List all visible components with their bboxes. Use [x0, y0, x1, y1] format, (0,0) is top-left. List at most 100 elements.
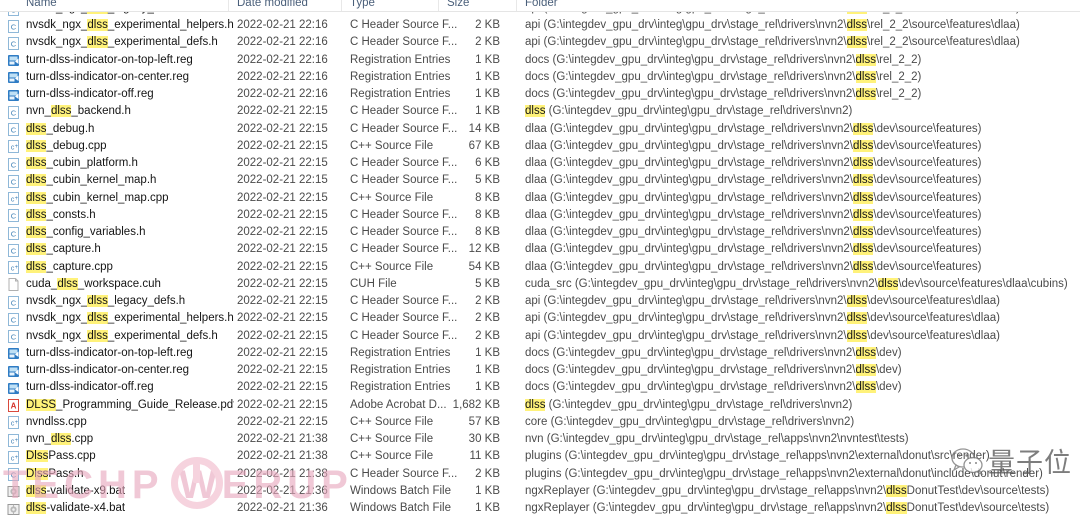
file-name-cell[interactable]: dlss_capture.cpp	[26, 259, 113, 276]
search-term-highlight: dlss	[855, 70, 876, 83]
file-row[interactable]: Cnvsdk_ngx_dlss_legacy_defs.h 2022-02-21 …	[0, 293, 1080, 310]
file-row[interactable]: Cdlss_config_variables.h 2022-02-21 22:15…	[0, 224, 1080, 241]
file-date-modified-cell: 2022-02-21 22:15	[237, 329, 328, 342]
c-header-file-icon: C	[7, 19, 20, 33]
file-name-cell[interactable]: turn-dlss-indicator-off.reg	[26, 86, 154, 103]
file-name-cell[interactable]: turn-dlss-indicator-on-center.reg	[26, 69, 189, 86]
file-row[interactable]: Cnvsdk_ngx_dlss_experimental_defs.h 2022-…	[0, 328, 1080, 345]
file-name-cell[interactable]: turn-dlss-indicator-on-top-left.reg	[26, 345, 193, 362]
file-date-modified-cell: 2022-02-21 22:15	[237, 415, 328, 428]
file-row[interactable]: Cdlss_cubin_kernel_map.h 2022-02-21 22:15…	[0, 172, 1080, 189]
column-header-type[interactable]: Type	[341, 0, 375, 11]
file-row[interactable]: A DLSS_Programming_Guide_Release.pdf 2022-…	[0, 397, 1080, 414]
file-date-modified-cell: 2022-02-21 22:15	[237, 295, 328, 307]
file-row[interactable]: Cnvsdk_ngx_dlss_experimental_helpers.h 20…	[0, 310, 1080, 327]
search-term-highlight: dlss	[852, 226, 874, 238]
file-name-cell[interactable]: dlss_debug.cpp	[26, 138, 107, 155]
file-name-cell[interactable]: dlss_cubin_platform.h	[26, 155, 138, 172]
file-row[interactable]: turn-dlss-indicator-on-top-left.reg 2022-…	[0, 52, 1080, 69]
file-row[interactable]: Cdlss_consts.h 2022-02-21 22:15 C Header S…	[0, 207, 1080, 224]
search-term-highlight: dlss	[50, 105, 72, 118]
file-name-cell[interactable]: nvn_dlss_backend.h	[26, 103, 131, 120]
file-name-cell[interactable]: dlss_debug.h	[26, 121, 94, 138]
file-name-cell[interactable]: nvsdk_ngx_dlss_experimental_defs.h	[26, 328, 218, 345]
svg-text:C: C	[11, 212, 17, 221]
file-row[interactable]: c + dlss_cubin_kernel_map.cpp 2022-02-21 22…	[0, 190, 1080, 207]
file-name-cell[interactable]: turn-dlss-indicator-on-top-left.reg	[26, 52, 193, 69]
file-name-cell[interactable]: dlss_consts.h	[26, 207, 96, 224]
batch-file-icon	[7, 485, 20, 498]
c-header-file-icon: C	[7, 295, 20, 309]
file-row[interactable]: Cnvsdk_ngx_dlss_experimental_helpers.h 20…	[0, 17, 1080, 34]
column-header-name[interactable]: Name	[26, 0, 57, 9]
search-term-highlight: dlss	[26, 484, 47, 497]
file-type-cell: C++ Source File	[350, 450, 434, 463]
file-row[interactable]: turn-dlss-indicator-on-top-left.reg 2022-…	[0, 345, 1080, 362]
file-row[interactable]: Cnvsdk_ngx_dlss_experimental_defs.h 2022-…	[0, 34, 1080, 51]
file-date-modified-cell: 2022-02-21 22:15	[237, 174, 328, 187]
column-header-folder[interactable]: Folder	[516, 0, 558, 11]
file-name-cell[interactable]: DlssPass.h	[26, 466, 84, 483]
file-name-cell[interactable]: dlss-validate-x9.bat	[26, 483, 125, 500]
file-name-cell[interactable]: dlss_cubin_kernel_map.cpp	[26, 190, 169, 207]
column-header-size[interactable]: Size	[437, 0, 469, 11]
search-term-highlight: dlss	[50, 433, 72, 445]
file-row[interactable]: turn-dlss-indicator-off.reg 2022-02-21 22…	[0, 86, 1080, 103]
file-row[interactable]: Cnvn_dlss_backend.h 2022-02-21 22:15 C Hea…	[0, 103, 1080, 120]
file-row[interactable]: c + DlssPass.cpp 2022-02-21 21:38 C++ Source…	[0, 448, 1080, 465]
file-row[interactable]: Cdlss_cubin_platform.h 2022-02-21 22:15 C …	[0, 155, 1080, 172]
file-folder-cell: api (G:\integdev_gpu_drv\integ\gpu_drv\s…	[525, 36, 1020, 49]
registry-file-icon	[7, 365, 20, 378]
file-size-cell: 2 KB	[475, 19, 500, 31]
file-size-cell: 1 KB	[475, 88, 500, 100]
file-row[interactable]: Cdlss_capture.h 2022-02-21 22:15 C Header …	[0, 241, 1080, 258]
file-row[interactable]: turn-dlss-indicator-on-center.reg 2022-02…	[0, 362, 1080, 379]
file-name-cell[interactable]: dlss_cubin_kernel_map.h	[26, 172, 156, 189]
file-name-cell[interactable]: nvsdk_ngx_dlss_experimental_helpers.h	[26, 17, 234, 34]
file-name-cell[interactable]: cuda_dlss_workspace.cuh	[26, 276, 161, 293]
file-name-cell[interactable]: turn-dlss-indicator-off.reg	[26, 379, 154, 396]
search-term-highlight: dlss	[855, 88, 876, 100]
file-row[interactable]: Cdlss_debug.h 2022-02-21 22:15 C Header So…	[0, 121, 1080, 138]
file-folder-cell: dlss (G:\integdev_gpu_drv\integ\gpu_drv\…	[525, 398, 853, 411]
file-row[interactable]: C DlssPass.h 2022-02-21 21:38 C Header Sour…	[0, 466, 1080, 483]
file-name-cell[interactable]: dlss_config_variables.h	[26, 224, 146, 241]
file-name-cell[interactable]: nvn_dlss.cpp	[26, 431, 93, 448]
file-list[interactable]: Cnvsdk_ngx_dlss_legacy_defs.h 2022-02-21 …	[0, 11, 1080, 517]
svg-text:C: C	[11, 22, 17, 31]
file-row[interactable]: turn-dlss-indicator-off.reg 2022-02-21 22…	[0, 379, 1080, 396]
file-name-cell[interactable]: nvsdk_ngx_dlss_legacy_defs.h	[26, 293, 185, 310]
search-term-highlight: dlss	[525, 398, 546, 411]
file-date-modified-cell: 2022-02-21 22:15	[237, 277, 328, 290]
file-name-cell[interactable]: DlssPass.cpp	[26, 448, 96, 465]
file-row[interactable]: c + nvn_dlss.cpp 2022-02-21 21:38 C++ Source…	[0, 431, 1080, 448]
file-size-cell: 1 KB	[475, 53, 500, 66]
search-term-highlight: dlss	[26, 191, 47, 204]
file-type-cell: CUH File	[350, 277, 397, 290]
file-name-cell[interactable]: dlss-validate-x4.bat	[26, 500, 125, 517]
file-row[interactable]: turn-dlss-indicator-on-center.reg 2022-02…	[0, 69, 1080, 86]
file-name-cell[interactable]: DLSS_Programming_Guide_Release.pdf	[26, 397, 234, 414]
pdf-file-icon: A	[7, 399, 20, 412]
file-name-cell[interactable]: nvsdk_ngx_dlss_experimental_helpers.h	[26, 310, 234, 327]
file-row[interactable]: c + nvndlss.cpp 2022-02-21 22:15 C++ Source …	[0, 414, 1080, 431]
file-row[interactable]: c + dlss_debug.cpp 2022-02-21 22:15 C++ Sour…	[0, 138, 1080, 155]
search-term-highlight: dlss	[855, 381, 876, 394]
file-row[interactable]: cuda_dlss_workspace.cuh 2022-02-21 22:15 C…	[0, 276, 1080, 293]
file-folder-cell: docs (G:\integdev_gpu_drv\integ\gpu_drv\…	[525, 53, 922, 66]
file-name-cell[interactable]: dlss_capture.h	[26, 241, 101, 258]
c-header-file-icon: C	[7, 105, 20, 119]
file-size-cell: 6 KB	[475, 157, 500, 169]
file-row[interactable]: dlss-validate-x9.bat 2022-02-21 21:36 Wind…	[0, 483, 1080, 500]
file-folder-cell: plugins (G:\integdev_gpu_drv\integ\gpu_d…	[525, 467, 1043, 480]
file-date-modified-cell: 2022-02-21 22:15	[237, 364, 328, 376]
file-name-cell[interactable]: turn-dlss-indicator-on-center.reg	[26, 362, 189, 379]
column-header-date-modified[interactable]: Date modified	[228, 0, 308, 11]
file-folder-cell: docs (G:\integdev_gpu_drv\integ\gpu_drv\…	[525, 346, 902, 359]
file-name-cell[interactable]: nvsdk_ngx_dlss_experimental_defs.h	[26, 34, 218, 51]
c-header-file-icon: C	[7, 209, 20, 223]
file-name-cell[interactable]: nvndlss.cpp	[26, 414, 87, 431]
file-row[interactable]: c + dlss_capture.cpp 2022-02-21 22:15 C++ So…	[0, 259, 1080, 276]
file-date-modified-cell: 2022-02-21 22:16	[237, 70, 328, 83]
file-row[interactable]: dlss-validate-x4.bat 2022-02-21 21:36 Wind…	[0, 500, 1080, 517]
